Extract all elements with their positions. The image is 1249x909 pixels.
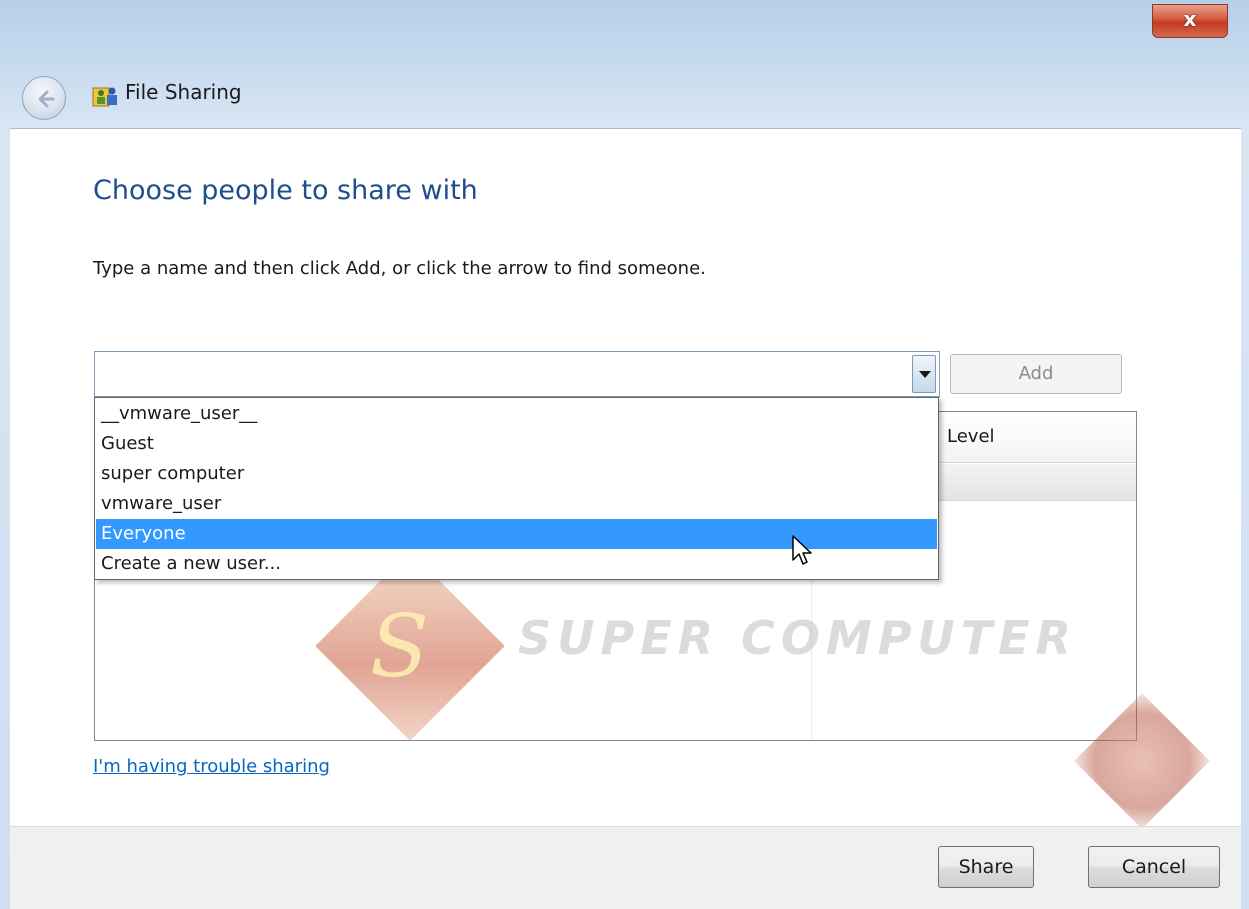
file-sharing-people-icon [92, 87, 117, 107]
watermark-letter: S [370, 597, 429, 697]
trouble-sharing-link[interactable]: I'm having trouble sharing [93, 756, 330, 777]
add-button[interactable]: Add [950, 354, 1122, 394]
instruction-text: Type a name and then click Add, or click… [93, 258, 706, 279]
mouse-pointer-icon [792, 535, 812, 565]
back-arrow-icon [38, 90, 55, 108]
file-sharing-window: x File Sharing Choose people to share wi… [0, 0, 1249, 909]
window-title: File Sharing [125, 80, 242, 104]
close-icon: x [1183, 7, 1197, 31]
name-combobox[interactable] [94, 351, 940, 397]
dropdown-item[interactable]: super computer [96, 459, 937, 489]
close-button[interactable]: x [1152, 4, 1228, 38]
dropdown-item[interactable]: Guest [96, 429, 937, 459]
share-button[interactable]: Share [938, 846, 1034, 888]
page-heading: Choose people to share with [93, 175, 478, 206]
watermark-text: SUPER COMPUTER [518, 611, 1077, 665]
permission-level-column[interactable]: Level [947, 426, 995, 447]
combobox-dropdown-button[interactable] [912, 355, 936, 393]
dialog-footer: Share Cancel [10, 826, 1241, 909]
cancel-button[interactable]: Cancel [1088, 846, 1220, 888]
content-panel: Choose people to share with Type a name … [10, 128, 1241, 829]
dropdown-item[interactable]: vmware_user [96, 489, 937, 519]
dropdown-item[interactable]: __vmware_user__ [96, 399, 937, 429]
chevron-down-icon [919, 371, 931, 378]
back-button[interactable] [22, 76, 66, 120]
